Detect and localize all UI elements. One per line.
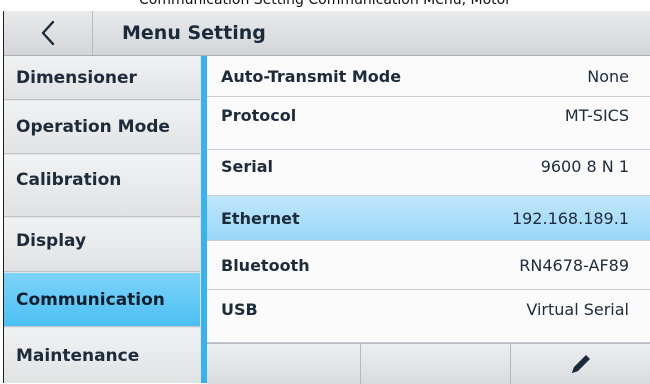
setting-label: Protocol xyxy=(221,106,297,125)
chevron-left-icon xyxy=(41,20,55,46)
sidebar-item-communication[interactable]: Communication xyxy=(4,273,200,327)
page-title: Menu Setting xyxy=(122,22,266,44)
setting-row-ethernet[interactable]: Ethernet 192.168.189.1 xyxy=(207,196,650,241)
setting-label: Auto-Transmit Mode xyxy=(221,66,402,86)
bottom-toolbar xyxy=(207,343,650,384)
sidebar-item-label: Communication xyxy=(16,289,165,310)
setting-row-bluetooth[interactable]: Bluetooth RN4678-AF89 xyxy=(207,241,650,290)
setting-value: Virtual Serial xyxy=(526,300,629,319)
setting-value: RN4678-AF89 xyxy=(519,255,629,275)
toolbar-button-2[interactable] xyxy=(361,344,511,384)
setting-label: Bluetooth xyxy=(221,255,310,275)
setting-row-usb[interactable]: USB Virtual Serial xyxy=(207,290,650,343)
sidebar-item-calibration[interactable]: Calibration xyxy=(4,155,200,217)
sidebar-item-label: Display xyxy=(16,230,87,251)
caption-text: Communication Setting Communication Menu… xyxy=(139,0,511,8)
setting-label: Ethernet xyxy=(221,208,300,228)
setting-row-auto-transmit[interactable]: Auto-Transmit Mode None xyxy=(207,56,650,97)
setting-value: 192.168.189.1 xyxy=(511,208,629,228)
menu-setting-screen: Menu Setting Dimensioner Operation Mode … xyxy=(3,11,650,384)
settings-panel: Auto-Transmit Mode None Protocol MT-SICS… xyxy=(207,56,650,384)
pencil-icon xyxy=(572,355,590,373)
sidebar-item-display[interactable]: Display xyxy=(4,218,200,272)
sidebar-item-label: Dimensioner xyxy=(16,67,137,88)
sidebar-item-label: Maintenance xyxy=(16,345,140,366)
setting-label: Serial xyxy=(221,157,274,176)
setting-value: MT-SICS xyxy=(564,106,629,125)
document-caption: Communication Setting Communication Menu… xyxy=(0,0,650,11)
header-bar: Menu Setting xyxy=(4,11,650,56)
sidebar-item-maintenance[interactable]: Maintenance xyxy=(4,328,200,383)
back-button[interactable] xyxy=(4,11,93,55)
setting-value: 9600 8 N 1 xyxy=(540,157,629,176)
setting-value: None xyxy=(587,66,629,86)
sidebar: Dimensioner Operation Mode Calibration D… xyxy=(4,56,201,383)
sidebar-item-operation-mode[interactable]: Operation Mode xyxy=(4,101,200,154)
edit-button[interactable] xyxy=(511,344,650,384)
sidebar-item-label: Operation Mode xyxy=(16,117,170,137)
setting-row-protocol[interactable]: Protocol MT-SICS xyxy=(207,97,650,150)
sidebar-item-dimensioner[interactable]: Dimensioner xyxy=(4,56,200,100)
setting-row-serial[interactable]: Serial 9600 8 N 1 xyxy=(207,150,650,196)
sidebar-item-label: Calibration xyxy=(16,169,122,190)
setting-label: USB xyxy=(221,300,258,319)
toolbar-button-1[interactable] xyxy=(207,344,361,384)
